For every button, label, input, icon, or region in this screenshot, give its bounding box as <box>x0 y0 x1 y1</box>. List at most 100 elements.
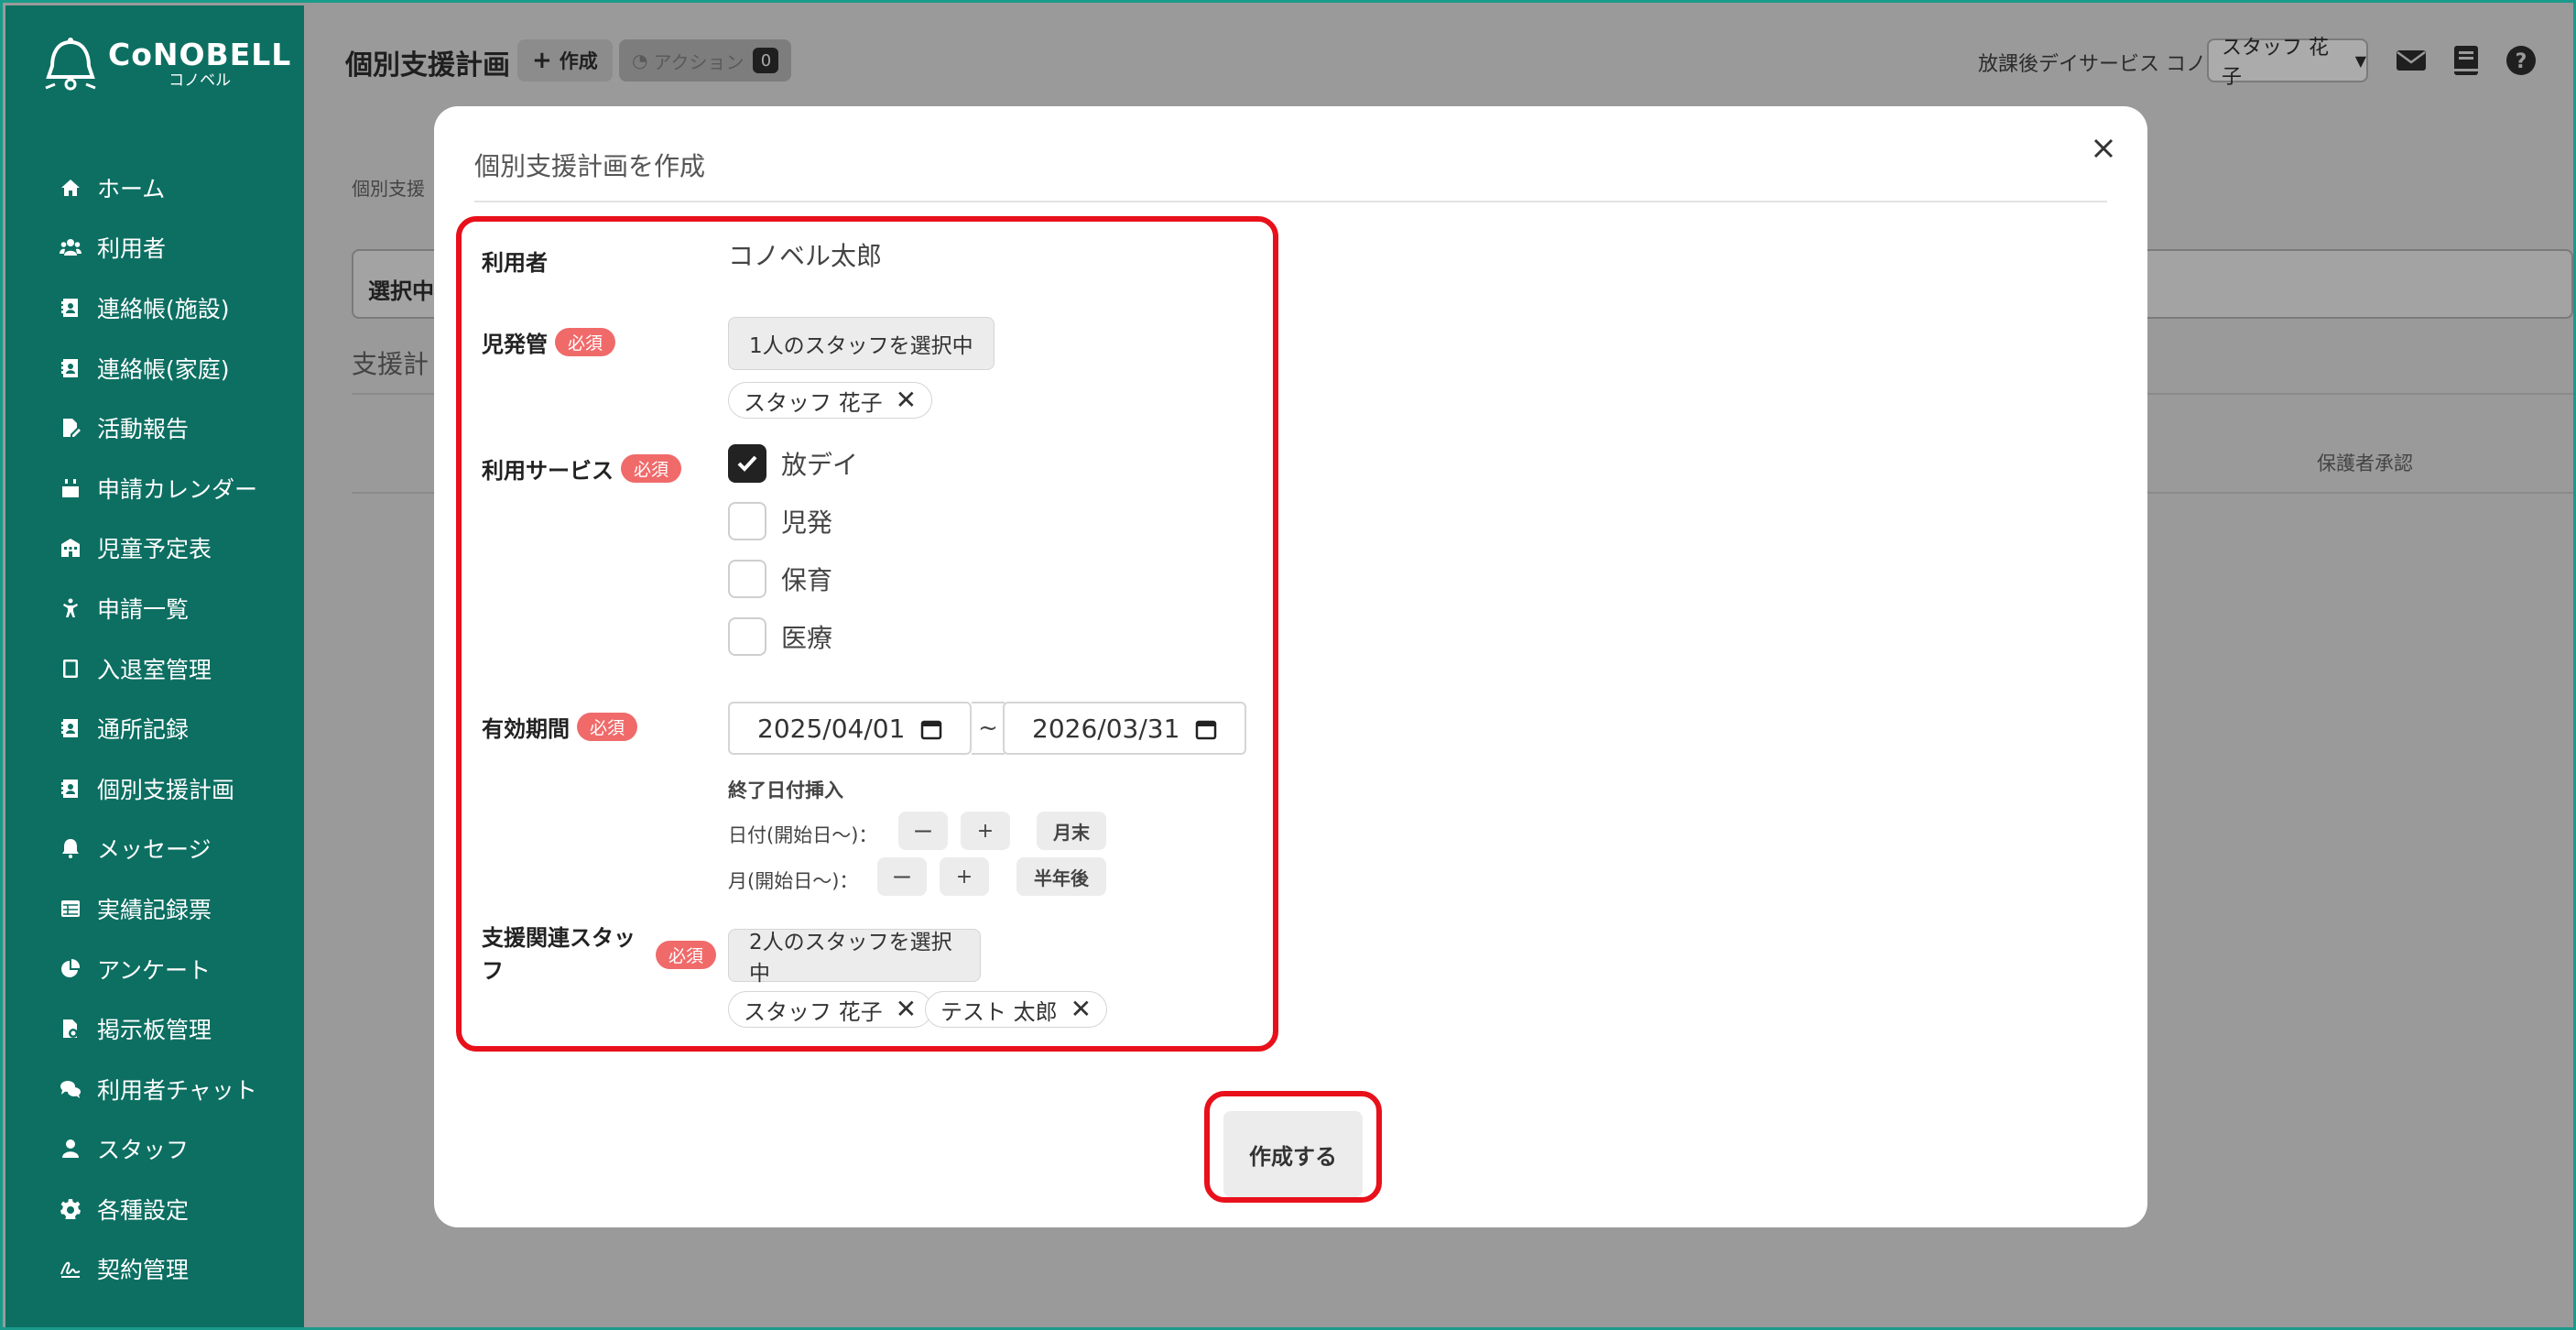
create-plan-modal: 個別支援計画を作成 利用者 コノベル太郎 児発管 必須 1人のスタッフを選択中 ス… <box>434 106 2147 1227</box>
close-icon[interactable] <box>2087 132 2120 165</box>
service-option-houdei[interactable]: 放デイ <box>728 444 858 483</box>
home-icon <box>59 176 82 200</box>
support-staff-tag: テスト 太郎 ✕ <box>925 991 1108 1028</box>
sidebar-item-label: 実績記録票 <box>97 896 212 923</box>
service-option-label: 児発 <box>781 507 833 538</box>
checkbox-checked[interactable] <box>728 444 766 483</box>
mail-icon[interactable] <box>2395 44 2428 77</box>
sidebar-item-13[interactable]: アンケート <box>5 939 304 999</box>
required-badge: 必須 <box>656 941 717 969</box>
chevron-down-icon: ▼ <box>2354 51 2366 70</box>
sidebar-item-label: 申請カレンダー <box>97 475 258 503</box>
day-plus-button[interactable]: + <box>961 812 1010 850</box>
sidebar-item-label: 通所記録 <box>97 716 190 744</box>
contact-book-icon <box>59 716 82 740</box>
sidebar-item-1[interactable]: 利用者 <box>5 218 304 278</box>
pie-chart-icon <box>59 957 82 981</box>
month-end-button[interactable]: 月末 <box>1037 812 1106 850</box>
sidebar-item-label: 個別支援計画 <box>97 776 235 803</box>
plus-icon: + <box>532 47 552 74</box>
sidebar-item-17[interactable]: 各種設定 <box>5 1179 304 1239</box>
file-settings-icon <box>59 1017 82 1041</box>
sidebar-item-15[interactable]: 利用者チャット <box>5 1059 304 1119</box>
sidebar-item-11[interactable]: メッセージ <box>5 819 304 879</box>
support-staff-label-line1: 支援関連スタッ <box>482 925 636 951</box>
action-count-badge: 0 <box>753 48 779 73</box>
service-option-iryou[interactable]: 医療 <box>728 617 832 656</box>
book-icon[interactable] <box>2450 44 2483 77</box>
submit-create-button[interactable]: 作成する <box>1223 1111 1363 1197</box>
sidebar-item-8[interactable]: 入退室管理 <box>5 638 304 699</box>
user-label-text: 利用者 <box>482 250 548 276</box>
end-date-input[interactable]: 2026/03/31 <box>1003 702 1246 755</box>
period-separator: ~ <box>972 702 1005 755</box>
breadcrumb: 個別支援 <box>352 178 425 200</box>
sidebar-item-label: アンケート <box>97 956 212 984</box>
half-year-button[interactable]: 半年後 <box>1016 857 1106 896</box>
logo-subtext: コノベル <box>168 71 232 90</box>
service-option-hoiku[interactable]: 保育 <box>728 560 832 598</box>
sidebar-item-10[interactable]: 個別支援計画 <box>5 758 304 819</box>
contact-book-icon <box>59 777 82 801</box>
logo-text: CoNOBELL <box>108 37 292 72</box>
create-button[interactable]: + 作成 <box>517 39 613 82</box>
signature-icon <box>59 1257 82 1281</box>
month-minus-button[interactable]: ー <box>877 857 927 896</box>
sidebar-item-9[interactable]: 通所記録 <box>5 698 304 758</box>
action-button[interactable]: ◔ アクション 0 <box>619 39 792 82</box>
sidebar-item-7[interactable]: 申請一覧 <box>5 578 304 638</box>
edit-document-icon <box>59 416 82 440</box>
checkbox[interactable] <box>728 617 766 656</box>
sidebar-item-16[interactable]: スタッフ <box>5 1119 304 1180</box>
month-plus-button[interactable]: + <box>940 857 989 896</box>
sidebar-item-label: 連絡帳(家庭) <box>97 355 230 383</box>
modal-divider <box>474 201 2107 202</box>
sidebar-item-5[interactable]: 申請カレンダー <box>5 458 304 518</box>
checkbox[interactable] <box>728 560 766 598</box>
manager-label: 児発管 必須 <box>482 326 616 358</box>
sidebar-item-4[interactable]: 活動報告 <box>5 398 304 458</box>
period-label-text: 有効期間 <box>482 716 570 742</box>
chat-icon <box>59 1077 82 1101</box>
app-logo[interactable]: CoNOBELL コノベル <box>44 37 291 92</box>
sidebar-item-label: メッセージ <box>97 836 212 864</box>
support-staff-label-line2: フ <box>482 958 504 984</box>
sidebar-item-label: ホーム <box>97 175 166 202</box>
required-badge: 必須 <box>555 328 616 356</box>
remove-icon[interactable]: ✕ <box>1071 997 1092 1022</box>
sidebar-item-6[interactable]: 児童予定表 <box>5 518 304 579</box>
service-label: 利用サービス 必須 <box>482 452 682 485</box>
remove-icon[interactable]: ✕ <box>896 387 917 413</box>
help-icon[interactable]: ? <box>2505 44 2538 77</box>
sidebar-item-label: 入退室管理 <box>97 656 212 683</box>
checkbox[interactable] <box>728 502 766 540</box>
sidebar-nav: ホーム利用者 連絡帳(施設) 連絡帳(家庭) 活動報告申請カレンダー 児童予定表申請一覧… <box>5 158 304 1299</box>
building-icon <box>59 536 82 560</box>
start-date-input[interactable]: 2025/04/01 <box>728 702 972 755</box>
sidebar-item-0[interactable]: ホーム <box>5 158 304 218</box>
sidebar-item-12[interactable]: 実績記録票 <box>5 878 304 939</box>
bell-icon <box>59 836 82 860</box>
support-staff-label: 支援関連スタッフ <box>482 921 647 987</box>
select-support-staff-button[interactable]: 2人のスタッフを選択中 <box>728 929 981 986</box>
modal-title: 個別支援計画を作成 <box>474 151 706 181</box>
sidebar-item-18[interactable]: 契約管理 <box>5 1239 304 1300</box>
staff-select[interactable]: スタッフ 花子 ▼ <box>2207 37 2368 89</box>
manager-tag: スタッフ 花子 ✕ <box>728 382 933 419</box>
sidebar-item-14[interactable]: 掲示板管理 <box>5 998 304 1059</box>
svg-text:?: ? <box>2516 50 2527 73</box>
sidebar-item-label: 児童予定表 <box>97 536 212 563</box>
calendar-icon[interactable] <box>920 718 942 740</box>
gear-icon <box>59 1197 82 1221</box>
day-minus-button[interactable]: ー <box>898 812 948 850</box>
service-option-jihatsu[interactable]: 児発 <box>728 502 832 540</box>
manager-tag-label: スタッフ 花子 <box>744 389 883 416</box>
select-manager-button[interactable]: 1人のスタッフを選択中 <box>728 317 995 370</box>
sidebar-item-3[interactable]: 連絡帳(家庭) <box>5 338 304 398</box>
top-bar: 個別支援計画 + 作成 ◔ アクション 0 放課後デイサービス コノベル スタッフ 花… <box>304 5 2571 114</box>
start-date-value: 2025/04/01 <box>757 713 906 744</box>
sidebar-item-label: 申請一覧 <box>97 595 190 623</box>
sidebar-item-2[interactable]: 連絡帳(施設) <box>5 278 304 338</box>
remove-icon[interactable]: ✕ <box>896 997 917 1022</box>
calendar-icon[interactable] <box>1195 718 1217 740</box>
